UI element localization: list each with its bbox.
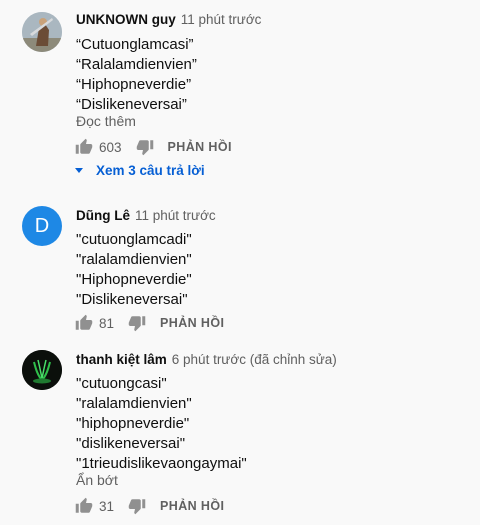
- comment-thread: UNKNOWN guy 11 phút trước “Cutuonglamcasi…: [0, 0, 480, 200]
- show-less-link[interactable]: Ẩn bớt: [76, 471, 118, 489]
- avatar[interactable]: D: [22, 206, 62, 246]
- timestamp[interactable]: 6 phút trước (đã chỉnh sửa): [172, 352, 337, 367]
- comment-text: "cutuonglamcadi" "ralalamdienvien" "Hiph…: [76, 230, 192, 310]
- comment-thread: D Dũng Lê 11 phút trước "cutuonglamcadi" …: [0, 200, 480, 342]
- thumbs-down-icon[interactable]: [136, 138, 154, 156]
- comment-header: UNKNOWN guy 11 phút trước: [76, 11, 261, 29]
- comment-text: "cutuongcasi" "ralalamdienvien" "hiphopn…: [76, 374, 247, 474]
- reply-button[interactable]: PHẢN HỒI: [160, 316, 224, 330]
- action-bar: 31 PHẢN HỒI: [75, 496, 224, 516]
- comment-line: “Ralalamdienvien”: [76, 56, 197, 73]
- timestamp[interactable]: 11 phút trước: [181, 12, 262, 27]
- timestamp[interactable]: 11 phút trước: [135, 208, 216, 223]
- comment-thread: thanh kiệt lâm 6 phút trước (đã chỉnh sửa…: [0, 342, 480, 525]
- comment-line: "dislikeneversai": [76, 435, 186, 452]
- thumbs-up-icon[interactable]: [75, 138, 93, 156]
- comment-line: “Cutuonglamcasi”: [76, 36, 194, 53]
- author-name[interactable]: Dũng Lê: [76, 208, 130, 223]
- thumbs-up-icon[interactable]: [75, 314, 93, 332]
- comment-line: "cutuongcasi": [76, 375, 167, 392]
- reply-button[interactable]: PHẢN HỒI: [168, 140, 232, 154]
- chevron-down-icon: [75, 168, 83, 173]
- comment-line: "cutuonglamcadi": [76, 231, 192, 248]
- like-count: 603: [99, 139, 122, 155]
- read-more-link[interactable]: Đọc thêm: [76, 112, 136, 130]
- avatar[interactable]: [22, 350, 62, 390]
- avatar[interactable]: [22, 12, 62, 52]
- comment-header: Dũng Lê 11 phút trước: [76, 207, 216, 225]
- author-name[interactable]: UNKNOWN guy: [76, 12, 176, 27]
- view-replies-label: Xem 3 câu trả lời: [96, 163, 205, 178]
- avatar-letter: D: [34, 214, 50, 237]
- comment-line: "ralalamdienvien": [76, 395, 192, 412]
- comment-line: "Dislikeneversai": [76, 291, 188, 308]
- like-count: 31: [99, 498, 115, 514]
- reply-button[interactable]: PHẢN HỒI: [160, 499, 224, 513]
- comment-text: “Cutuonglamcasi” “Ralalamdienvien” “Hiph…: [76, 35, 197, 115]
- action-bar: 81 PHẢN HỒI: [75, 313, 224, 333]
- like-count: 81: [99, 315, 115, 331]
- comment-line: "Hiphopneverdie": [76, 271, 192, 288]
- thumbs-up-icon[interactable]: [75, 497, 93, 515]
- comment-line: “Hiphopneverdie”: [76, 76, 192, 93]
- thumbs-down-icon[interactable]: [128, 497, 146, 515]
- view-replies-button[interactable]: Xem 3 câu trả lời: [75, 163, 205, 178]
- comment-line: "ralalamdienvien": [76, 251, 192, 268]
- thumbs-down-icon[interactable]: [128, 314, 146, 332]
- comment-header: thanh kiệt lâm 6 phút trước (đã chỉnh sửa…: [76, 351, 337, 369]
- author-name[interactable]: thanh kiệt lâm: [76, 352, 167, 367]
- comment-line: "hiphopneverdie": [76, 415, 190, 432]
- action-bar: 603 PHẢN HỒI: [75, 137, 232, 157]
